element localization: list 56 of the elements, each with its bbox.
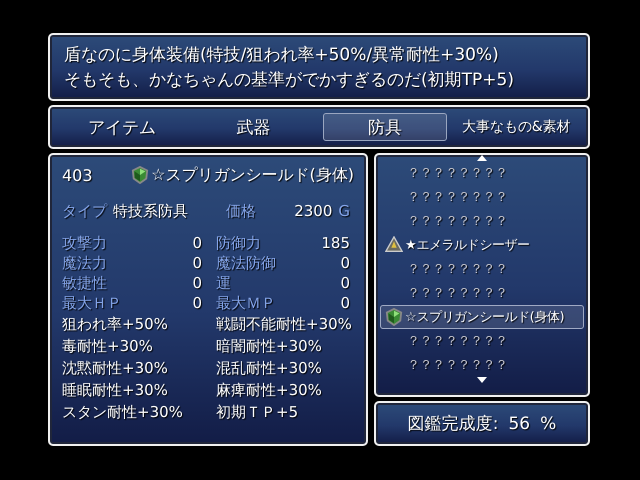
trait-text: 沈黙耐性+30% xyxy=(62,358,169,379)
trait-text: 麻痺耐性+30% xyxy=(216,380,323,401)
stat-label: 攻撃力 xyxy=(62,233,107,253)
list-item[interactable]: ？？？？？？？？ xyxy=(380,329,511,353)
stat-label: タイプ xyxy=(62,202,107,220)
help-text: 盾なのに身体装備(特技/狙われ率+50%/異常耐性+30%) xyxy=(64,44,500,67)
stat-label: 敏捷性 xyxy=(62,273,107,293)
trait-text: 狙われ率+50% xyxy=(62,314,169,335)
category-tab[interactable]: 大事なもの&素材 xyxy=(454,113,578,141)
shield-icon xyxy=(131,166,150,184)
list-item[interactable]: ？？？？？？？？ xyxy=(380,281,511,305)
help-text: そもそも、かなちゃんの基準がでかすぎるのだ(初期TP+5) xyxy=(64,69,515,92)
stat-value: 0 xyxy=(192,273,202,293)
completion-label: 図鑑完成度: xyxy=(408,413,498,435)
trait-text: 暗闇耐性+30% xyxy=(216,336,323,357)
item-number: 403 xyxy=(62,166,94,184)
list-item[interactable]: ？？？？？？？？ xyxy=(380,209,511,233)
stat-value: 0 xyxy=(192,253,202,273)
stat-value: 0 xyxy=(340,273,350,293)
list-item[interactable]: ★エメラルドシーザー xyxy=(380,233,533,257)
category-tab[interactable]: 防具 xyxy=(323,113,446,141)
stat-label: 最大ＭＰ xyxy=(216,293,276,313)
stat-label: 価格 xyxy=(226,202,256,220)
stat-label: 魔法防御 xyxy=(216,253,276,273)
trait-text: 戦闘不能耐性+30% xyxy=(216,314,350,335)
stat-label: 運 xyxy=(216,273,231,293)
trait-text: 混乱耐性+30% xyxy=(216,358,323,379)
price-value: 2300 xyxy=(294,202,332,220)
list-item[interactable]: ？？？？？？？？ xyxy=(380,257,511,281)
stat-value: 185 xyxy=(321,233,350,253)
trait-text: スタン耐性+30% xyxy=(62,402,184,423)
percent-sign: % xyxy=(540,414,556,434)
stat-label: 最大ＨＰ xyxy=(62,293,122,313)
trait-text: 睡眠耐性+30% xyxy=(62,380,169,401)
scroll-up-icon[interactable] xyxy=(477,155,487,161)
currency-unit: G xyxy=(338,202,350,220)
stat-label: 魔法力 xyxy=(62,253,107,273)
item-name: ☆スプリガンシールド(身体) xyxy=(151,164,354,186)
list-item[interactable]: ？？？？？？？？ xyxy=(380,161,511,185)
trait-text: 初期ＴＰ+5 xyxy=(216,402,300,423)
list-item[interactable]: ☆スプリガンシールド(身体) xyxy=(380,305,584,329)
completion-value: 56 xyxy=(508,414,530,434)
list-item[interactable]: ？？？？？？？？ xyxy=(380,353,511,377)
shield-icon xyxy=(385,308,403,326)
type-value: 特技系防具 xyxy=(113,202,188,220)
category-tab[interactable]: 武器 xyxy=(192,113,315,141)
category-tab[interactable]: アイテム xyxy=(60,113,184,141)
stat-value: 0 xyxy=(192,233,202,253)
stat-value: 0 xyxy=(340,253,350,273)
list-item[interactable]: ？？？？？？？？ xyxy=(380,185,511,209)
gem-icon xyxy=(385,236,403,254)
stat-value: 0 xyxy=(192,293,202,313)
scroll-down-icon[interactable] xyxy=(477,377,487,383)
trait-text: 毒耐性+30% xyxy=(62,336,154,357)
stat-label: 防御力 xyxy=(216,233,261,253)
stat-value: 0 xyxy=(340,293,350,313)
